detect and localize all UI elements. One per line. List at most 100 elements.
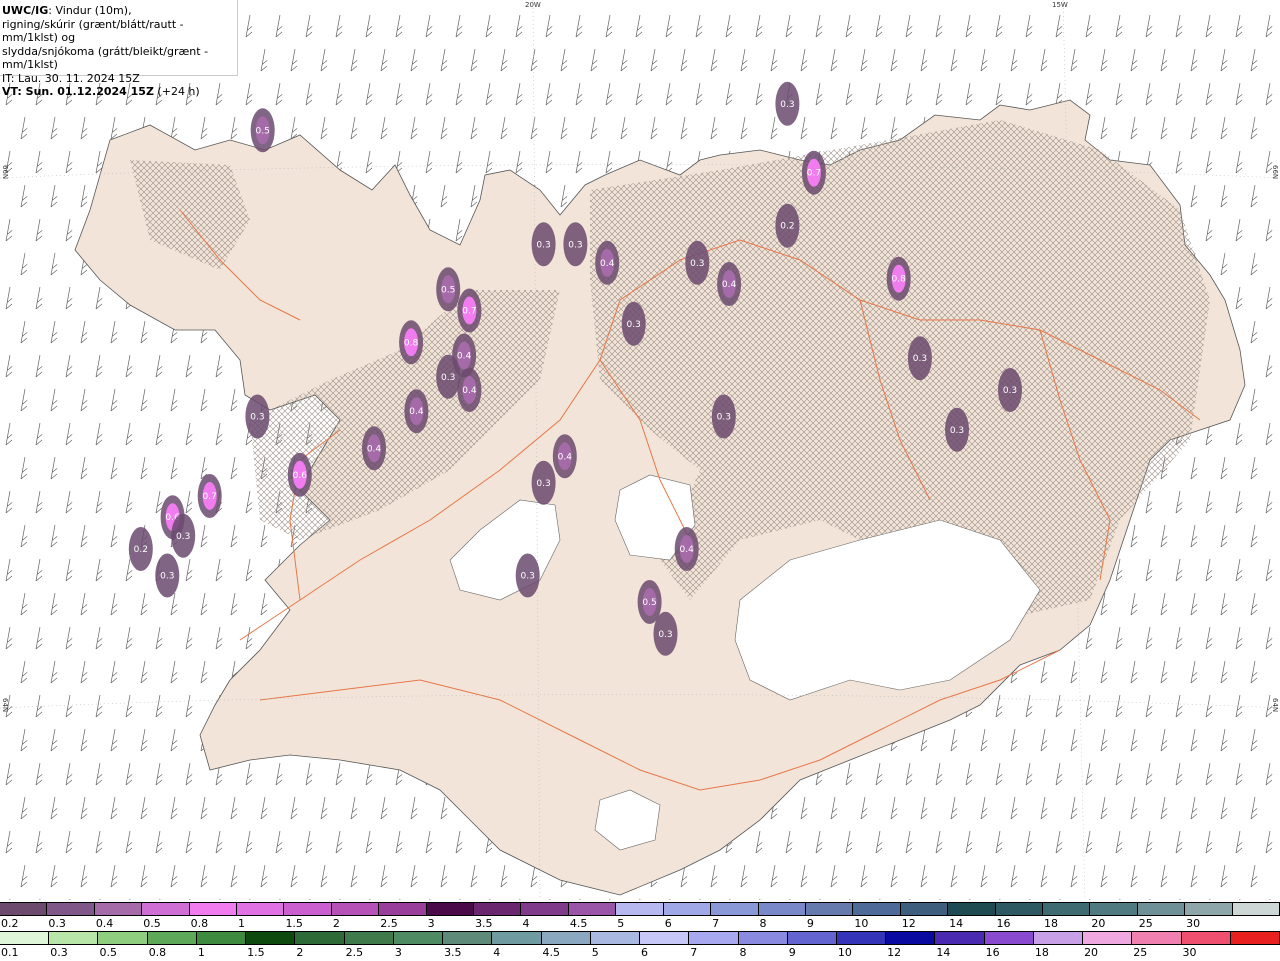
scale-label: 14 bbox=[936, 946, 951, 959]
scale-label: 14 bbox=[949, 917, 964, 930]
scale-swatch bbox=[295, 932, 345, 944]
precip-value-label: 0.3 bbox=[250, 413, 264, 423]
snow-scale-swatches bbox=[0, 902, 1280, 916]
precip-value-label: 0.2 bbox=[780, 222, 794, 232]
scale-label: 3 bbox=[427, 917, 435, 930]
scale-label: 2.5 bbox=[345, 946, 364, 959]
scale-label: 3.5 bbox=[475, 917, 493, 930]
scale-swatch bbox=[738, 932, 788, 944]
precip-value-label: 0.3 bbox=[950, 426, 964, 436]
scale-swatch bbox=[948, 903, 996, 915]
precip-value-label: 0.3 bbox=[1003, 386, 1017, 396]
lon-label-15w: 15W bbox=[1052, 1, 1068, 9]
precip-value-label: 0.5 bbox=[256, 126, 270, 136]
scale-swatch bbox=[1042, 903, 1091, 915]
scale-swatch bbox=[1230, 932, 1280, 944]
weather-map: 0.5 0.3 0.7 0.2 0.3 0.3 0.4 0.3 0.4 0.8 0.5 0.7 0.3 0… bbox=[0, 0, 1280, 900]
precip-value-label: 0.3 bbox=[780, 100, 794, 110]
scale-label: 20 bbox=[1091, 917, 1106, 930]
precip-value-label: 0.6 bbox=[293, 471, 308, 481]
precip-value-label: 0.3 bbox=[717, 413, 731, 423]
scale-label: 9 bbox=[806, 917, 814, 930]
scale-label: 4.5 bbox=[569, 917, 588, 930]
scale-swatch bbox=[984, 932, 1034, 944]
precip-value-label: 0.4 bbox=[680, 545, 695, 555]
precip-value-label: 0.8 bbox=[404, 338, 419, 348]
scale-label: 7 bbox=[690, 946, 698, 959]
scale-swatch bbox=[284, 903, 332, 915]
scale-label: 3 bbox=[394, 946, 402, 959]
rain-scale-swatches bbox=[0, 931, 1280, 945]
scale-swatch bbox=[541, 932, 591, 944]
scale-label: 10 bbox=[854, 917, 869, 930]
scale-label: 6 bbox=[641, 946, 648, 959]
scale-swatch bbox=[1185, 903, 1233, 915]
scale-swatch bbox=[711, 903, 759, 915]
scale-label: 1.5 bbox=[247, 946, 265, 959]
scale-label: 0.8 bbox=[190, 917, 209, 930]
scale-swatch bbox=[246, 932, 296, 944]
scale-label: 30 bbox=[1182, 946, 1197, 959]
scale-label: 2.5 bbox=[380, 917, 398, 930]
scale-label: 0.3 bbox=[50, 946, 68, 959]
scale-label: 30 bbox=[1186, 917, 1201, 930]
precip-value-label: 0.3 bbox=[176, 532, 190, 542]
scale-swatch bbox=[94, 903, 143, 915]
header-title: UWC/IG: Vindur (10m), bbox=[2, 4, 132, 17]
scale-label: 5 bbox=[591, 946, 599, 959]
scale-swatch bbox=[663, 903, 712, 915]
scale-swatch bbox=[0, 932, 50, 944]
precip-value-label: 0.3 bbox=[627, 320, 641, 330]
rain-scale-labels: 0.1 0.3 0.5 0.8 1 1.5 2 2.5 3 3.5 4 4.5 5 6 7 8 9 10 12 14 1… bbox=[0, 946, 1280, 960]
precip-value-label: 0.3 bbox=[690, 259, 704, 269]
lon-label-20w: 20W bbox=[525, 1, 541, 9]
scale-label: 12 bbox=[887, 946, 902, 959]
scale-label: 10 bbox=[837, 946, 852, 959]
precip-value-label: 0.4 bbox=[558, 452, 573, 462]
scale-swatch bbox=[142, 903, 190, 915]
scale-label: 0.1 bbox=[1, 946, 19, 959]
scale-label: 4 bbox=[493, 946, 501, 959]
scale-label: 0.5 bbox=[99, 946, 117, 959]
lat-label-66n-right: 66N bbox=[1271, 165, 1279, 180]
scale-label: 1 bbox=[197, 946, 205, 959]
scale-swatch bbox=[787, 932, 837, 944]
precip-value-label: 0.3 bbox=[536, 479, 550, 489]
scale-swatch bbox=[758, 903, 806, 915]
scale-label: 2 bbox=[296, 946, 304, 959]
scale-swatch bbox=[805, 903, 854, 915]
scale-label: 25 bbox=[1133, 946, 1148, 959]
scale-label: 0.8 bbox=[148, 946, 167, 959]
scale-swatch bbox=[426, 903, 475, 915]
precip-value-label: 0.4 bbox=[409, 407, 424, 417]
scale-swatch bbox=[237, 903, 285, 915]
precip-value-label: 0.7 bbox=[203, 492, 217, 502]
scale-label: 1 bbox=[238, 917, 246, 930]
lat-label-66n-left: 66N bbox=[1, 165, 9, 180]
precip-value-label: 0.7 bbox=[462, 307, 476, 317]
lat-label-64n-left: 64N bbox=[1, 698, 9, 713]
scale-swatch bbox=[853, 903, 901, 915]
scale-label: 18 bbox=[1034, 946, 1049, 959]
precip-value-label: 0.8 bbox=[892, 275, 907, 285]
scale-swatch bbox=[196, 932, 247, 944]
scale-swatch bbox=[98, 932, 148, 944]
scale-swatch bbox=[616, 903, 664, 915]
lat-label-64n-right: 64N bbox=[1271, 698, 1279, 713]
scale-label: 6 bbox=[664, 917, 672, 930]
scale-swatch bbox=[640, 932, 690, 944]
scale-swatch bbox=[1132, 932, 1182, 944]
scale-label: 5 bbox=[617, 917, 625, 930]
scale-label: 16 bbox=[996, 917, 1011, 930]
map-header: UWC/IG: Vindur (10m), rigning/skúrir (gr… bbox=[0, 0, 238, 98]
precip-value-label: 0.5 bbox=[441, 285, 455, 295]
header-snow-line: slydda/snjókoma (grátt/bleikt/grænt - mm… bbox=[2, 44, 209, 72]
precip-value-label: 0.3 bbox=[536, 240, 550, 250]
precip-value-label: 0.2 bbox=[134, 545, 148, 555]
scale-label: 2 bbox=[332, 917, 340, 930]
scale-swatch bbox=[1090, 903, 1138, 915]
scale-label: 0.4 bbox=[95, 917, 114, 930]
scale-swatch bbox=[836, 932, 887, 944]
scale-label: 0.5 bbox=[143, 917, 161, 930]
scale-swatch bbox=[443, 932, 493, 944]
